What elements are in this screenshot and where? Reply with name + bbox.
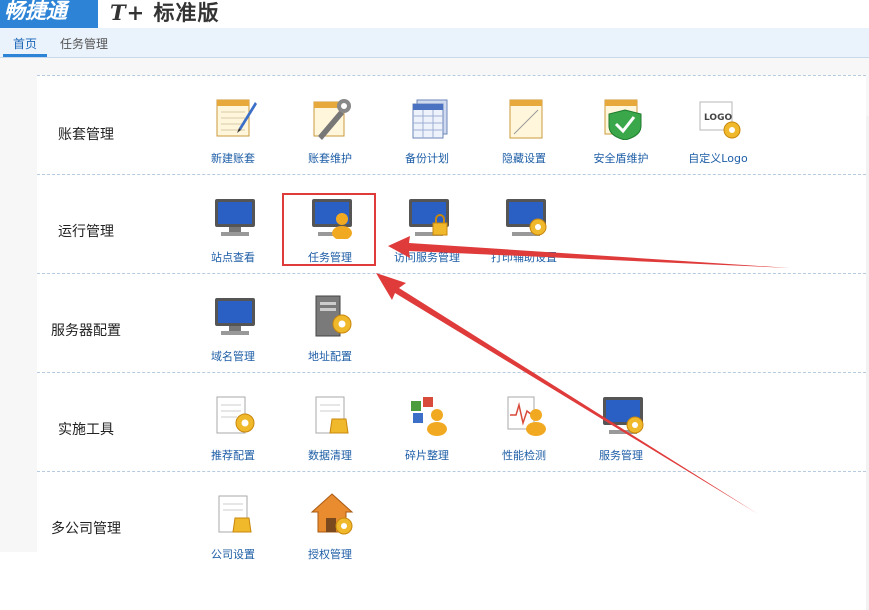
product-name-suffix: 标准版	[153, 1, 220, 25]
top-bar: 畅捷通 T+ 标准版	[0, 0, 869, 28]
document-broom-icon	[315, 396, 349, 434]
document-gear-icon	[216, 396, 255, 434]
item-label: 账套维护	[308, 152, 352, 165]
hidden-settings-icon	[509, 99, 543, 139]
fragments-user-icon	[411, 397, 447, 436]
product-name: T+ 标准版	[110, 0, 220, 27]
item-label: 性能检测	[502, 449, 546, 462]
section-implementation-tools: 实施工具 推荐配置 数据清理 碎片整理 性能检测 服务管理	[37, 372, 866, 470]
tab-task-management[interactable]: 任务管理	[60, 28, 120, 57]
item-account-maintenance[interactable]: 账套维护	[290, 80, 370, 170]
item-service-management[interactable]: 服务管理	[581, 377, 661, 467]
highlight-box	[282, 193, 376, 266]
section-label: 实施工具	[58, 422, 114, 438]
item-company-settings[interactable]: 公司设置	[193, 476, 273, 566]
monitor-icon	[215, 298, 255, 335]
item-label: 数据清理	[308, 449, 352, 462]
monitor-icon	[215, 199, 255, 236]
house-gear-icon	[310, 493, 354, 535]
item-defragment[interactable]: 碎片整理	[387, 377, 467, 467]
item-access-service[interactable]: 访问服务管理	[387, 179, 467, 269]
server-gear-icon	[315, 295, 352, 337]
brand-logo: 畅捷通	[0, 0, 98, 28]
monitor-lock-icon	[409, 199, 449, 236]
section-label: 服务器配置	[51, 323, 121, 339]
item-label: 备份计划	[405, 152, 449, 165]
item-recommended-config[interactable]: 推荐配置	[193, 377, 273, 467]
tab-bar: 首页 任务管理	[0, 28, 869, 58]
item-security-shield[interactable]: 安全盾维护	[581, 80, 661, 170]
management-panel: 账套管理 新建账套 账套维护 备份计划 隐藏设置 安全盾维护 LOGO 自定义L…	[37, 75, 866, 561]
item-label: 自定义Logo	[688, 152, 748, 165]
item-domain-management[interactable]: 域名管理	[193, 278, 273, 368]
item-label: 推荐配置	[211, 449, 255, 462]
section-server-config: 服务器配置 域名管理 地址配置	[37, 273, 866, 371]
brand-logo-text: 畅捷通	[4, 0, 67, 23]
section-label: 多公司管理	[51, 521, 121, 537]
item-hidden-settings[interactable]: 隐藏设置	[484, 80, 564, 170]
section-label: 账套管理	[58, 127, 114, 143]
security-shield-icon	[604, 99, 642, 140]
item-site-view[interactable]: 站点查看	[193, 179, 273, 269]
item-label: 打印辅助设置	[491, 251, 557, 264]
item-label: 碎片整理	[405, 449, 449, 462]
item-address-config[interactable]: 地址配置	[290, 278, 370, 368]
item-data-cleanup[interactable]: 数据清理	[290, 377, 370, 467]
section-account-management: 账套管理 新建账套 账套维护 备份计划 隐藏设置 安全盾维护 LOGO 自定义L…	[37, 75, 866, 173]
section-runtime-management: 运行管理 站点查看 任务管理 访问服务管理 打印辅助设置	[37, 174, 866, 272]
monitor-gear-icon	[603, 397, 644, 434]
tab-home[interactable]: 首页	[3, 28, 47, 57]
new-account-icon	[216, 99, 257, 137]
item-backup-plan[interactable]: 备份计划	[387, 80, 467, 170]
product-name-prefix: T+	[110, 0, 146, 25]
item-label: 安全盾维护	[593, 152, 649, 165]
item-label: 地址配置	[308, 350, 352, 363]
performance-user-icon	[507, 396, 546, 436]
item-label: 新建账套	[211, 152, 255, 165]
account-maintenance-icon	[313, 99, 351, 140]
item-label: 访问服务管理	[394, 251, 460, 264]
item-label: 隐藏设置	[502, 152, 546, 165]
item-license-management[interactable]: 授权管理	[290, 476, 370, 566]
item-print-assist[interactable]: 打印辅助设置	[484, 179, 564, 269]
item-label: 公司设置	[211, 548, 255, 561]
content-area: 账套管理 新建账套 账套维护 备份计划 隐藏设置 安全盾维护 LOGO 自定义L…	[0, 58, 869, 610]
item-performance-check[interactable]: 性能检测	[484, 377, 564, 467]
monitor-gear-icon	[506, 199, 547, 236]
item-label: 域名管理	[211, 350, 255, 363]
item-label: 站点查看	[211, 251, 255, 264]
section-label: 运行管理	[58, 224, 114, 240]
item-new-account[interactable]: 新建账套	[193, 80, 273, 170]
item-custom-logo[interactable]: LOGO 自定义Logo	[678, 80, 758, 170]
custom-logo-icon: LOGO	[699, 101, 741, 139]
backup-plan-icon	[412, 99, 448, 139]
item-label: 授权管理	[308, 548, 352, 561]
document-company-icon	[218, 495, 252, 533]
section-multi-company: 多公司管理 公司设置 授权管理	[37, 471, 866, 569]
item-label: 服务管理	[599, 449, 643, 462]
svg-text:LOGO: LOGO	[704, 113, 732, 123]
